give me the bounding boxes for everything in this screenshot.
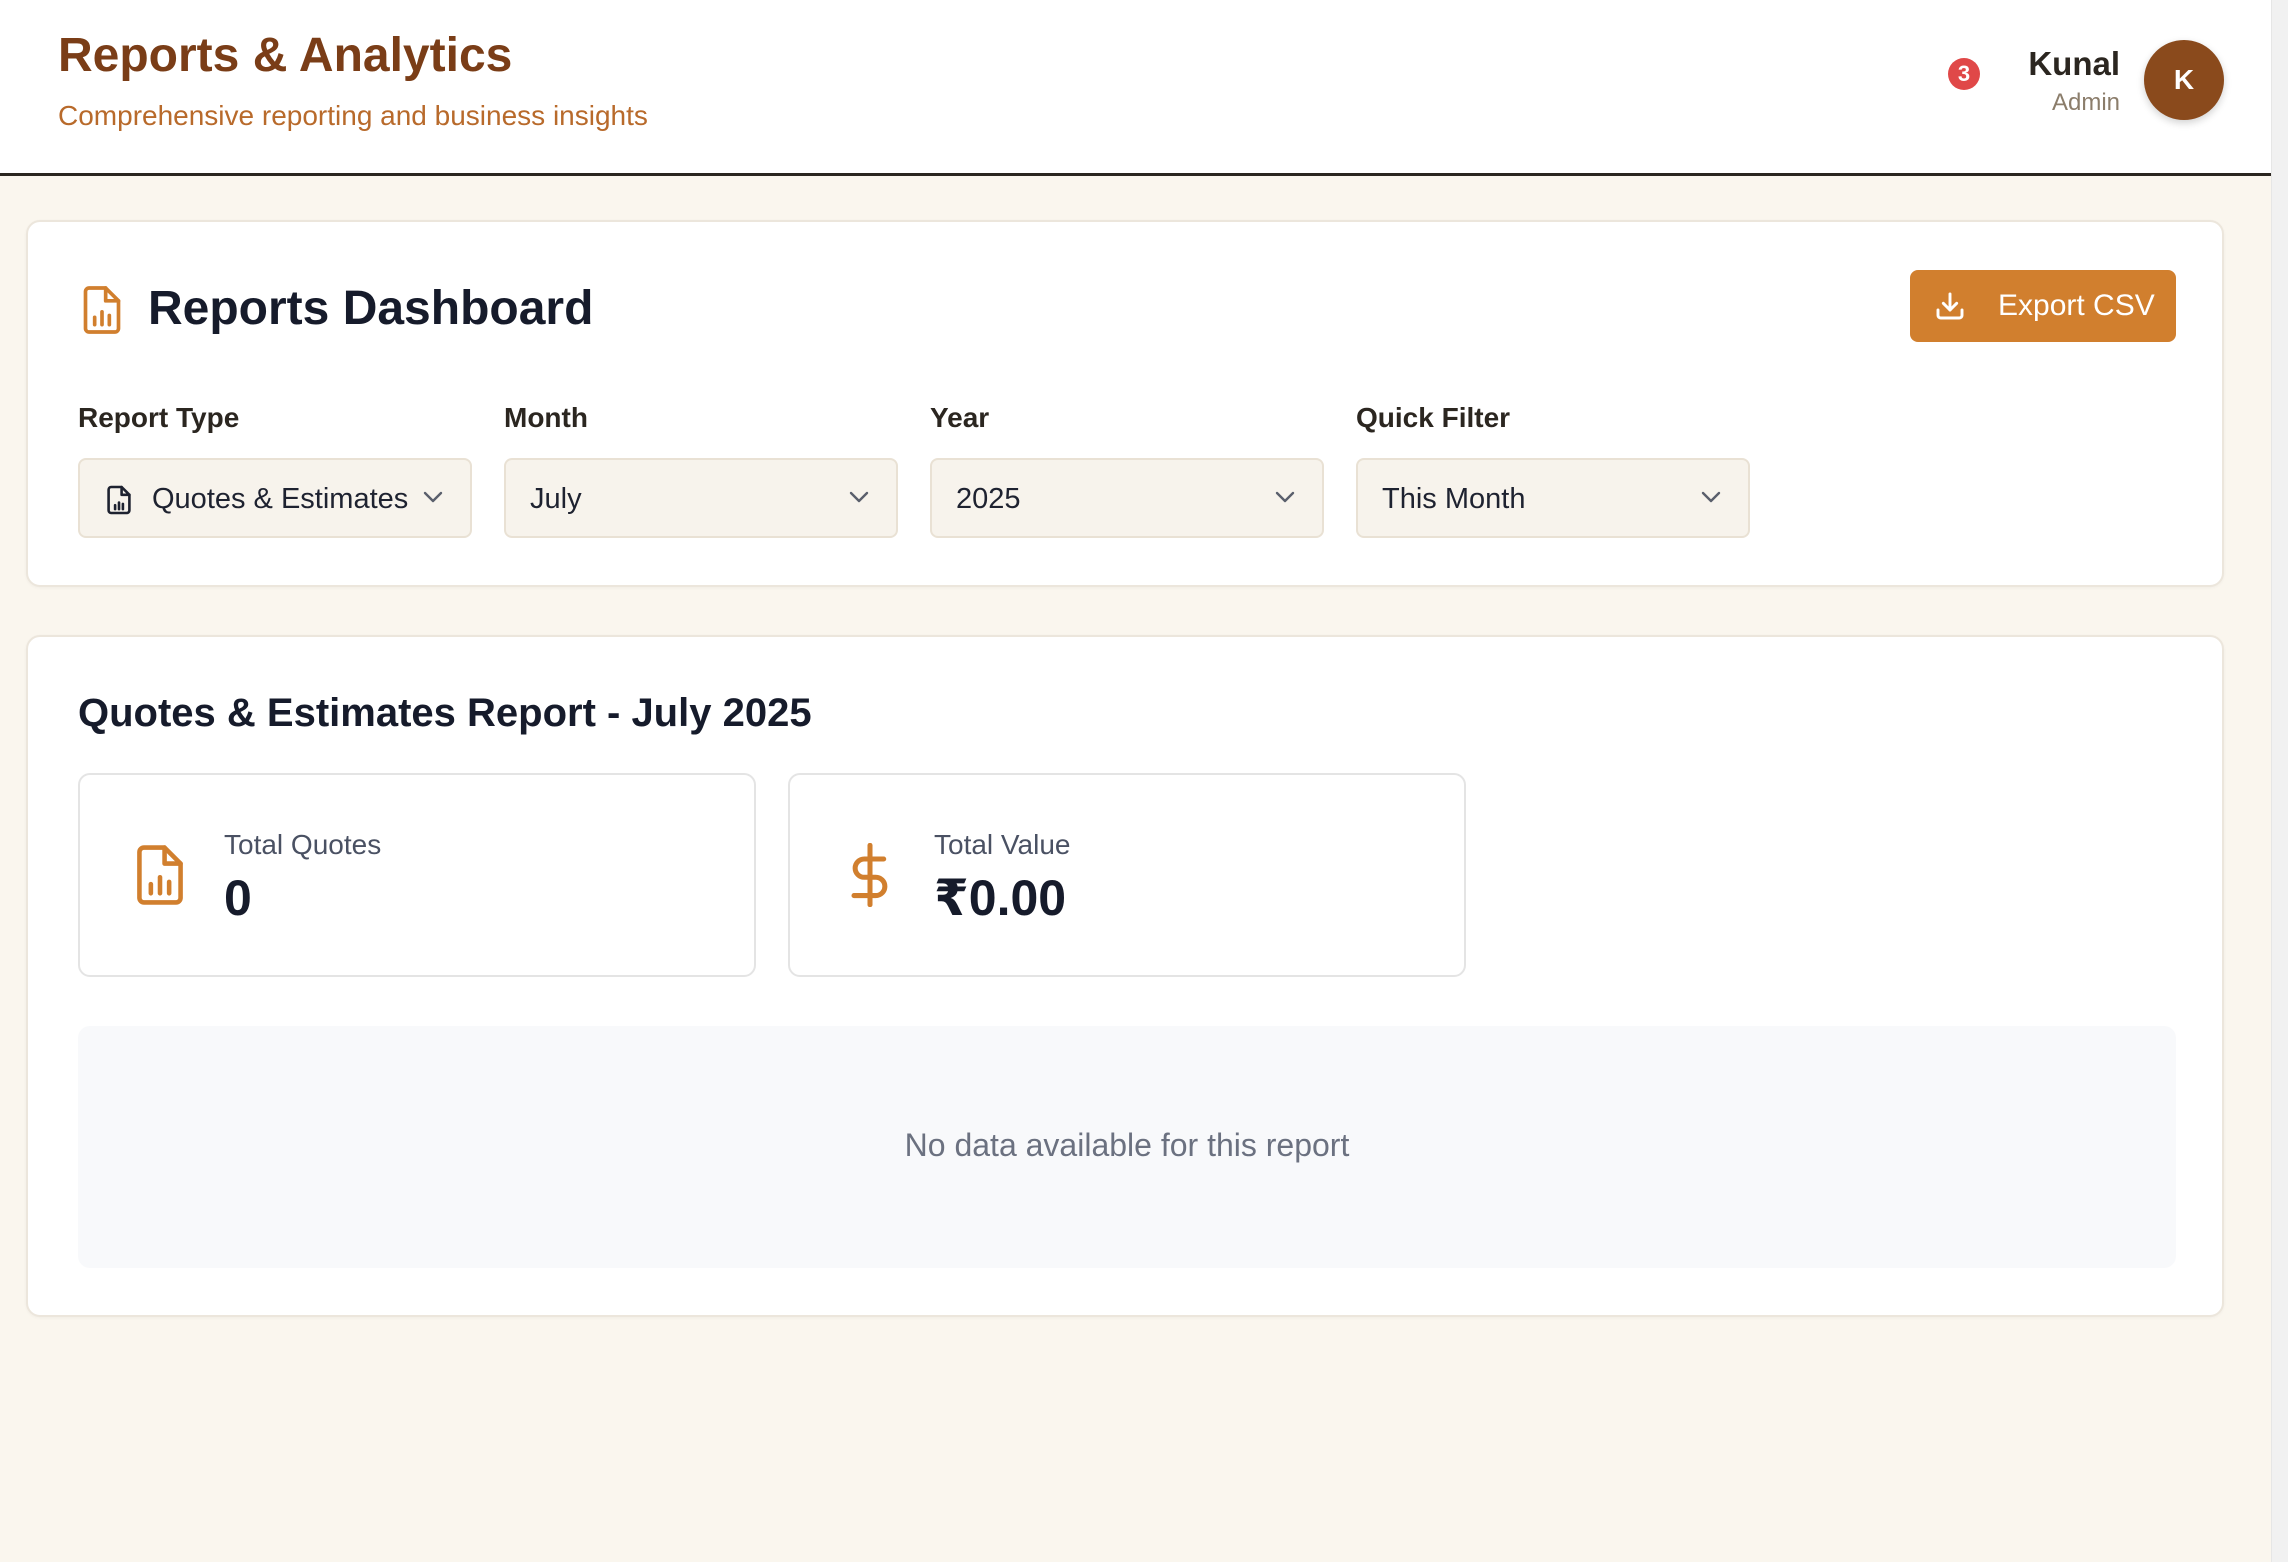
export-csv-button[interactable]: Export CSV [1910, 270, 2176, 342]
reports-dashboard-card: Reports Dashboard Export CSV Report Type… [26, 220, 2224, 587]
report-card: Quotes & Estimates Report - July 2025 To… [26, 635, 2224, 1317]
page-scrollbar[interactable] [2271, 0, 2288, 1562]
notification-badge[interactable]: 3 [1948, 58, 1980, 90]
year-select[interactable]: 2025 [930, 458, 1324, 538]
month-label: Month [504, 402, 588, 433]
total-quotes-label: Total Quotes [224, 829, 382, 860]
total-value-card: Total Value ₹0.00 [788, 773, 1466, 977]
app-frame: Reports & Analytics Comprehensive report… [0, 0, 2272, 1562]
download-icon [1936, 292, 1964, 320]
report-title: Quotes & Estimates Report - July 2025 [78, 691, 812, 735]
total-quotes-card: Total Quotes 0 [78, 773, 756, 977]
avatar[interactable]: K [2144, 40, 2224, 120]
month-select[interactable]: July [504, 458, 898, 538]
user-role: Admin [2051, 89, 2120, 116]
chevron-down-icon [849, 491, 869, 503]
dashboard-title: Reports Dashboard [148, 282, 594, 335]
total-value-label: Total Value [934, 829, 1071, 860]
chevron-down-icon [423, 491, 443, 503]
month-value: July [530, 483, 582, 515]
report-type-value: Quotes & Estimates [152, 483, 409, 515]
page-subtitle: Comprehensive reporting and business ins… [58, 100, 648, 131]
chevron-down-icon [1275, 491, 1295, 503]
empty-state: No data available for this report [78, 1026, 2176, 1268]
report-type-label: Report Type [78, 402, 240, 433]
export-csv-label: Export CSV [1998, 289, 2155, 322]
dollar-icon [851, 843, 888, 907]
user-name: Kunal [2028, 45, 2120, 82]
report-type-select[interactable]: Quotes & Estimates [78, 458, 472, 538]
year-value: 2025 [956, 483, 1021, 515]
quick-filter-value: This Month [1382, 483, 1526, 515]
quick-filter-label: Quick Filter [1356, 402, 1511, 433]
total-quotes-value: 0 [224, 870, 252, 926]
document-chart-icon [83, 286, 121, 334]
year-label: Year [930, 402, 990, 433]
chevron-down-icon [1701, 491, 1721, 503]
quick-filter-select[interactable]: This Month [1356, 458, 1750, 538]
document-icon [107, 485, 131, 515]
top-header: Reports & Analytics Comprehensive report… [0, 0, 2272, 176]
document-chart-icon [137, 845, 183, 905]
empty-state-message: No data available for this report [904, 1127, 1350, 1163]
page-title: Reports & Analytics [58, 29, 513, 82]
total-value-value: ₹0.00 [934, 870, 1067, 926]
